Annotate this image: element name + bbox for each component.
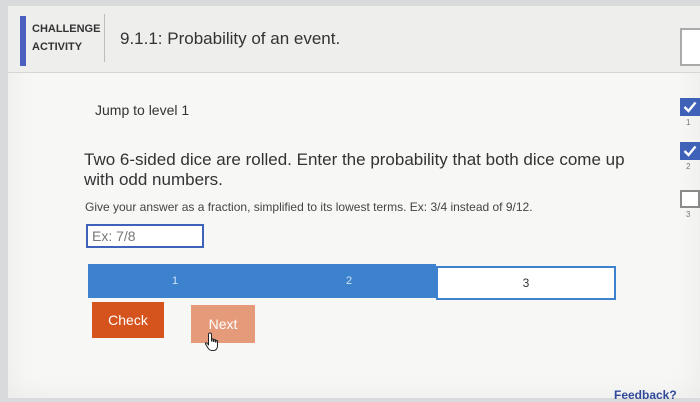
activity-header: CHALLENGE ACTIVITY 9.1.1: Probability of… bbox=[8, 6, 700, 73]
answer-instructions: Give your answer as a fraction, simplifi… bbox=[85, 200, 533, 214]
progress-segment-3[interactable]: 3 bbox=[436, 266, 616, 300]
header-accent-bar bbox=[20, 16, 26, 66]
zybook-challenge-screen: CHALLENGE ACTIVITY 9.1.1: Probability of… bbox=[8, 6, 700, 402]
answer-input[interactable] bbox=[86, 224, 204, 248]
checkmark-icon bbox=[683, 101, 697, 113]
level-status-rail: 1 2 3 bbox=[674, 98, 700, 238]
progress-segment-2[interactable]: 2 bbox=[262, 264, 436, 298]
check-button[interactable]: Check bbox=[92, 302, 164, 338]
progress-segment-label: 3 bbox=[522, 276, 530, 290]
completion-box-icon bbox=[680, 28, 700, 66]
level-1-checkmark-icon[interactable] bbox=[680, 98, 700, 116]
next-button[interactable]: Next bbox=[191, 305, 255, 343]
level-progress-bar: 1 2 3 bbox=[88, 264, 616, 304]
progress-segment-label: 2 bbox=[345, 275, 353, 287]
question-text: Two 6-sided dice are rolled. Enter the p… bbox=[84, 150, 625, 189]
progress-segment-1[interactable]: 1 bbox=[88, 264, 263, 298]
activity-title: 9.1.1: Probability of an event. bbox=[120, 29, 341, 48]
level-2-checkmark-icon[interactable] bbox=[680, 142, 700, 160]
level-1-number: 1 bbox=[686, 118, 691, 127]
progress-segment-label: 1 bbox=[171, 275, 179, 287]
challenge-activity-label: CHALLENGE ACTIVITY bbox=[32, 23, 101, 53]
checkmark-icon bbox=[683, 145, 697, 157]
level-3-empty-box-icon[interactable] bbox=[680, 190, 700, 208]
feedback-link[interactable]: Feedback? bbox=[614, 388, 677, 402]
hand-pointer-cursor-icon bbox=[204, 332, 218, 351]
level-3-number: 3 bbox=[686, 210, 691, 219]
level-2-number: 2 bbox=[686, 162, 691, 171]
jump-to-level-link[interactable]: Jump to level 1 bbox=[95, 102, 189, 118]
header-divider bbox=[104, 14, 105, 62]
